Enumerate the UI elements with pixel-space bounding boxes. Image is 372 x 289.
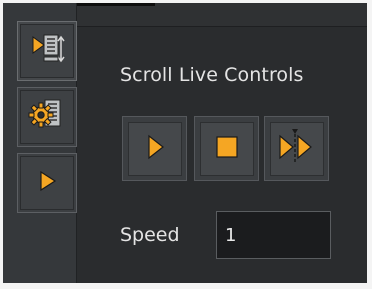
sidebar-item-play[interactable] bbox=[17, 153, 77, 213]
step-frame-button-inner bbox=[269, 121, 324, 176]
play-icon bbox=[143, 133, 167, 165]
scroll-live-panel: Scroll Live Controls Speed 1 bbox=[3, 3, 367, 283]
speed-label: Speed bbox=[120, 224, 180, 246]
stop-button-inner bbox=[199, 121, 254, 176]
stop-button[interactable] bbox=[194, 116, 259, 181]
speed-input[interactable] bbox=[216, 211, 331, 259]
panel-title: Scroll Live Controls bbox=[120, 64, 304, 86]
stop-icon bbox=[213, 133, 241, 165]
play-button[interactable] bbox=[122, 116, 187, 181]
play-icon bbox=[35, 169, 59, 197]
panel-header-bar bbox=[75, 3, 367, 27]
step-frame-icon bbox=[276, 128, 318, 170]
step-frame-button[interactable] bbox=[264, 116, 329, 181]
header-divider bbox=[75, 3, 155, 6]
gear-document-icon bbox=[27, 95, 67, 139]
sidebar-item-play-inner bbox=[20, 156, 74, 210]
play-document-icon bbox=[27, 29, 67, 73]
sidebar-item-scroll-live[interactable] bbox=[17, 21, 77, 81]
sidebar-item-scroll-live-inner bbox=[20, 24, 74, 78]
play-button-inner bbox=[127, 121, 182, 176]
sidebar-item-settings-inner bbox=[20, 90, 74, 144]
sidebar-item-settings[interactable] bbox=[17, 87, 77, 147]
sidebar bbox=[3, 3, 77, 283]
